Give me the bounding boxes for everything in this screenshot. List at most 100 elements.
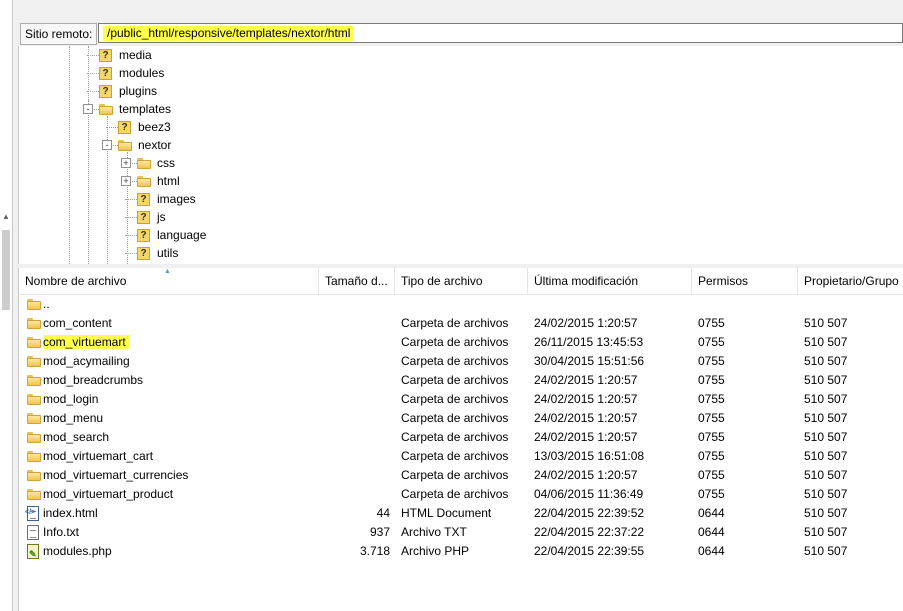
- tree-item-2[interactable]: ? plugins: [19, 82, 903, 100]
- file-row[interactable]: ..: [19, 295, 903, 314]
- file-name: mod_breadcrumbs: [43, 373, 144, 387]
- html-file-icon: </>: [25, 506, 39, 521]
- column-header-modified-label: Última modificación: [534, 274, 639, 288]
- column-header-size[interactable]: Tamaño d...: [319, 268, 395, 294]
- tree-item-label: plugins: [119, 84, 158, 98]
- tree-item-10[interactable]: ? language: [19, 226, 903, 244]
- tree-item-1[interactable]: ? modules: [19, 64, 903, 82]
- remote-path-input[interactable]: /public_html/responsive/templates/nextor…: [98, 23, 903, 43]
- tree-item-6[interactable]: + css: [19, 154, 903, 172]
- file-modified: 13/03/2015 16:51:08: [534, 449, 645, 463]
- expand-icon[interactable]: +: [121, 158, 131, 168]
- file-type-cell: Archivo TXT: [401, 523, 467, 542]
- file-row[interactable]: mod_virtuemart_product Carpeta de archivo…: [19, 485, 903, 504]
- file-row[interactable]: mod_menu Carpeta de archivos 24/02/2015 1:…: [19, 409, 903, 428]
- tree-item-label: js: [157, 210, 166, 224]
- file-permissions-cell: 0755: [698, 466, 725, 485]
- file-owner-cell: 510 507: [804, 352, 847, 371]
- file-name: mod_acymailing: [43, 354, 130, 368]
- file-permissions: 0755: [698, 449, 725, 463]
- column-header-permissions[interactable]: Permisos: [692, 268, 798, 294]
- file-row[interactable]: mod_breadcrumbs Carpeta de archivos 24/02/…: [19, 371, 903, 390]
- file-permissions-cell: 0755: [698, 428, 725, 447]
- file-row[interactable]: com_content Carpeta de archivos 24/02/2015…: [19, 314, 903, 333]
- file-name-cell: modules.php: [43, 542, 112, 561]
- tree-item-4[interactable]: ? beez3: [19, 118, 903, 136]
- file-name: mod_virtuemart_currencies: [43, 468, 189, 482]
- folder-icon: [99, 104, 113, 115]
- file-row[interactable]: mod_virtuemart_cart Carpeta de archivos 13…: [19, 447, 903, 466]
- file-permissions-cell: 0755: [698, 447, 725, 466]
- tree-item-3[interactable]: - templates: [19, 100, 903, 118]
- tree-item-8[interactable]: ? images: [19, 190, 903, 208]
- tree-item-11[interactable]: ? utils: [19, 244, 903, 262]
- file-name-cell: mod_menu: [43, 409, 103, 428]
- tree-item-0[interactable]: ? media: [19, 46, 903, 64]
- file-type-cell: Carpeta de archivos: [401, 485, 508, 504]
- folder-icon: [27, 432, 41, 443]
- file-row[interactable]: ✎ modules.php 3.718 Archivo PHP 22/04/2015 2…: [19, 542, 903, 561]
- column-header-owner[interactable]: Propietario/Grupo: [798, 268, 903, 294]
- file-size: 44: [376, 506, 390, 520]
- file-name: index.html: [43, 506, 98, 520]
- file-modified: 24/02/2015 1:20:57: [534, 468, 638, 482]
- file-permissions-cell: 0644: [698, 542, 725, 561]
- scroll-up-arrow-icon[interactable]: ▲: [2, 212, 10, 221]
- tree-item-label: nextor: [138, 138, 172, 152]
- tree-item-7[interactable]: + html: [19, 172, 903, 190]
- file-type: Carpeta de archivos: [401, 411, 509, 425]
- file-type: Carpeta de archivos: [401, 335, 509, 349]
- file-modified-cell: 30/04/2015 15:51:56: [534, 352, 644, 371]
- tree-item-5[interactable]: - nextor: [19, 136, 903, 154]
- file-modified-cell: 13/03/2015 16:51:08: [534, 447, 644, 466]
- file-modified-cell: 22/04/2015 22:39:52: [534, 504, 644, 523]
- file-row[interactable]: mod_acymailing Carpeta de archivos 30/04/2…: [19, 352, 903, 371]
- file-row[interactable]: Info.txt 937 Archivo TXT 22/04/2015 22:37:2…: [19, 523, 903, 542]
- tree-item-label: media: [119, 48, 152, 62]
- expand-icon[interactable]: +: [121, 176, 131, 186]
- scrollbar-thumb[interactable]: [2, 230, 10, 310]
- file-owner: 510 507: [804, 354, 848, 368]
- file-name: modules.php: [43, 544, 112, 558]
- tree-item-label: utils: [157, 246, 179, 260]
- folder-icon: [137, 176, 151, 187]
- file-name: com_virtuemart: [43, 335, 130, 349]
- file-name-cell: mod_search: [43, 428, 109, 447]
- collapse-icon[interactable]: -: [83, 104, 93, 114]
- tree-item-label: templates: [119, 102, 172, 116]
- file-name: mod_login: [43, 392, 99, 406]
- file-row[interactable]: mod_login Carpeta de archivos 24/02/2015 1…: [19, 390, 903, 409]
- file-owner-cell: 510 507: [804, 504, 847, 523]
- file-modified: 26/11/2015 13:45:53: [534, 335, 644, 349]
- file-type: Carpeta de archivos: [401, 449, 509, 463]
- file-name: ..: [43, 297, 50, 311]
- file-name-cell: index.html: [43, 504, 98, 523]
- file-permissions-cell: 0755: [698, 409, 725, 428]
- column-header-modified[interactable]: Última modificación: [528, 268, 692, 294]
- tree-item-9[interactable]: ? js: [19, 208, 903, 226]
- file-owner-cell: 510 507: [804, 447, 847, 466]
- file-permissions: 0755: [698, 316, 725, 330]
- file-name-cell: mod_breadcrumbs: [43, 371, 143, 390]
- file-name-cell: com_content: [43, 314, 112, 333]
- file-modified-cell: 04/06/2015 11:36:49: [534, 485, 643, 504]
- file-row[interactable]: mod_virtuemart_currencies Carpeta de arch…: [19, 466, 903, 485]
- file-permissions: 0644: [698, 506, 725, 520]
- file-row[interactable]: </> index.html 44 HTML Document 22/04/2015 2…: [19, 504, 903, 523]
- local-pane-scrollbar[interactable]: ▲: [0, 0, 13, 611]
- file-row[interactable]: com_virtuemart Carpeta de archivos 26/11/2…: [19, 333, 903, 352]
- file-row[interactable]: mod_search Carpeta de archivos 24/02/2015 …: [19, 428, 903, 447]
- tree-item-label: images: [157, 192, 196, 206]
- column-header-name[interactable]: Nombre de archivo ▲: [19, 268, 319, 294]
- collapse-icon[interactable]: -: [102, 140, 112, 150]
- tree-connector-line: [87, 73, 99, 74]
- folder-icon: [27, 413, 41, 424]
- column-header-type[interactable]: Tipo de archivo: [395, 268, 528, 294]
- remote-file-list[interactable]: Nombre de archivo ▲ Tamaño d... Tipo de …: [18, 268, 903, 611]
- folder-icon: [137, 158, 151, 169]
- tree-connector-line: [125, 235, 137, 236]
- question-folder-icon: ?: [99, 49, 112, 62]
- file-type: Carpeta de archivos: [401, 430, 509, 444]
- tree-item-label: language: [157, 228, 207, 242]
- remote-directory-tree[interactable]: ? media ? modules? plugins - templates ? beez3 - n…: [18, 46, 903, 264]
